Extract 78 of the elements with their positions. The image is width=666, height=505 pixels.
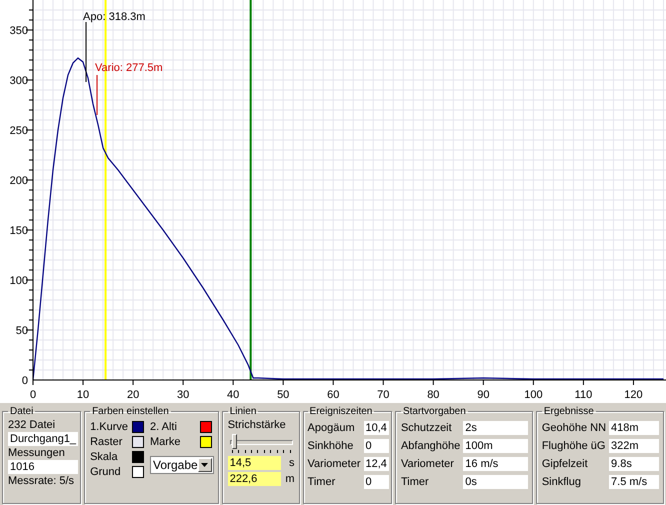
value-field[interactable]: 418m (609, 421, 659, 435)
axis-label: 200 (10, 175, 28, 187)
color-swatch[interactable] (132, 466, 144, 478)
axis-label: 40 (227, 389, 240, 401)
color-swatch[interactable] (200, 421, 212, 433)
value-field[interactable]: 0s (463, 475, 528, 489)
axis-label: 20 (126, 389, 140, 401)
axis-label: 0 (30, 389, 36, 401)
color-label: Marke (150, 436, 182, 448)
leader-line (96, 74, 98, 116)
axis-label: 70 (377, 389, 390, 401)
axis-label: 100 (524, 389, 543, 401)
color-swatch[interactable] (132, 421, 144, 433)
axis-label: 350 (10, 25, 28, 37)
unit-label: s (288, 457, 295, 469)
axis-label: 0 (22, 375, 28, 387)
color-swatch[interactable] (200, 436, 212, 448)
value-field[interactable]: 322m (609, 439, 659, 453)
info-text: Messungen (8, 446, 66, 460)
field-label: Abfanghöhe (400, 439, 460, 453)
axis-label: 100 (10, 275, 28, 287)
axis-label: 80 (427, 389, 440, 401)
field-label: Geohöhe NN (542, 421, 606, 435)
field-label: Variometer (400, 457, 455, 471)
value-field[interactable]: 7.5 m/s (609, 475, 659, 489)
axis-label: 50 (16, 325, 28, 337)
group-title: Ergebnisse (542, 406, 595, 417)
field-label: Timer (400, 475, 430, 489)
axis-label: 50 (277, 389, 290, 401)
color-label: Grund (90, 466, 122, 478)
slider-label: Strichstärke (228, 418, 287, 432)
field-label: Flughöhe üG (542, 439, 606, 453)
group-title: Ereigniszeiten (308, 406, 374, 417)
color-swatch[interactable] (132, 436, 144, 448)
field-label: Sinkhöhe (308, 439, 354, 453)
value-field[interactable]: 0 (364, 475, 389, 489)
color-label: Skala (90, 451, 119, 463)
field-label: Variometer (308, 457, 361, 471)
axis-label: 120 (624, 389, 643, 401)
group-title: Linien (228, 406, 258, 417)
axis-label: 110 (574, 389, 592, 401)
group-title: Datei (9, 406, 34, 417)
value-field[interactable]: 12,4 (364, 457, 389, 471)
value-field[interactable]: 100m (463, 439, 528, 453)
axis-label: 60 (327, 389, 340, 401)
field-label: Timer (308, 475, 336, 489)
field-label: Apogäum (308, 421, 356, 435)
field-label: Sinkflug (542, 475, 582, 489)
axis-label: 30 (177, 389, 190, 401)
value-field[interactable]: 222,6 (228, 472, 281, 486)
text-field[interactable]: 1016 (8, 460, 78, 474)
group-title: Farben einstellen (91, 406, 170, 417)
value-field[interactable]: 16 m/s (463, 457, 528, 471)
axis-label: 10 (76, 389, 90, 401)
axis-label: 90 (477, 389, 490, 401)
text-field[interactable]: Durchgang1_ (8, 432, 78, 446)
value-field[interactable]: 10,4 (364, 421, 389, 435)
color-swatch[interactable] (132, 451, 144, 463)
slider[interactable] (230, 434, 293, 449)
info-text: Messrate: 5/s (8, 474, 76, 488)
color-label: 2. Alti (150, 421, 178, 433)
axis-label: 300 (10, 75, 28, 87)
field-label: Gipfelzeit (542, 457, 589, 471)
value-field[interactable]: 0 (364, 439, 389, 453)
value-field[interactable]: 14,5 (228, 456, 281, 470)
axis-label: 150 (10, 225, 28, 237)
color-label: 1.Kurve (90, 421, 128, 433)
unit-label: m (284, 473, 295, 485)
group-title: Startvorgaben (402, 406, 467, 417)
axis-label: 250 (10, 125, 28, 137)
value-field[interactable]: 2s (463, 421, 528, 435)
field-label: Schutzzeit (400, 421, 453, 435)
leader-line (86, 22, 87, 82)
color-label: Raster (90, 436, 124, 448)
info-text: 232 Datei (8, 418, 56, 432)
slider-thumb[interactable] (232, 434, 237, 449)
value-field[interactable]: 9.8s (609, 457, 659, 471)
preset-dropdown[interactable]: Vorgabe (150, 456, 214, 474)
